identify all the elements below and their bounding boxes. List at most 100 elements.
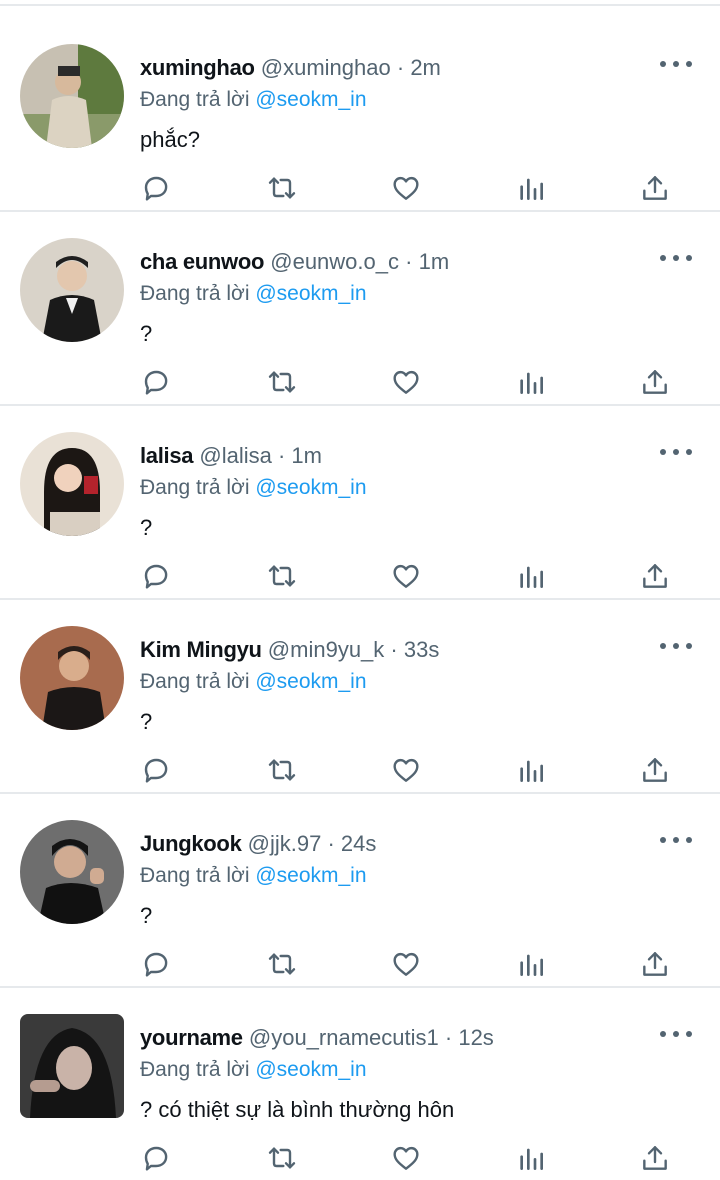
user-handle[interactable]: @xuminghao — [261, 55, 391, 80]
more-options-icon[interactable] — [660, 828, 692, 852]
tweet-reply[interactable]: yourname @you_rnamecutis1 · 12s Đang trả… — [0, 988, 720, 1180]
reply-mention-link[interactable]: @seokm_in — [255, 88, 366, 111]
display-name[interactable]: cha eunwoo — [140, 249, 264, 274]
timestamp[interactable]: 24s — [341, 831, 376, 856]
timestamp[interactable]: 12s — [458, 1025, 493, 1050]
like-icon[interactable] — [386, 168, 426, 208]
user-handle[interactable]: @eunwo.o_c — [270, 249, 399, 274]
reply-context: Đang trả lời @seokm_in — [140, 84, 367, 116]
like-icon[interactable] — [386, 556, 426, 596]
avatar[interactable] — [20, 820, 124, 924]
retweet-icon[interactable] — [262, 362, 302, 402]
reply-mention-link[interactable]: @seokm_in — [255, 670, 366, 693]
avatar[interactable] — [20, 432, 124, 536]
user-handle[interactable]: @jjk.97 — [248, 831, 322, 856]
analytics-icon[interactable] — [511, 1138, 551, 1178]
separator-dot: · — [396, 55, 405, 80]
tweet-reply[interactable]: cha eunwoo @eunwo.o_c · 1m Đang trả lời … — [0, 212, 720, 406]
reply-context: Đang trả lời @seokm_in — [140, 666, 367, 698]
tweet-actions — [0, 362, 720, 402]
separator-dot: · — [327, 831, 335, 856]
share-icon[interactable] — [635, 944, 675, 984]
reply-mention-link[interactable]: @seokm_in — [255, 864, 366, 887]
tweet-header: yourname @you_rnamecutis1 · 12s — [140, 1022, 650, 1054]
reply-mention-link[interactable]: @seokm_in — [255, 1058, 366, 1081]
like-icon[interactable] — [386, 750, 426, 790]
retweet-icon[interactable] — [262, 168, 302, 208]
tweet-actions — [0, 1138, 720, 1178]
reply-icon[interactable] — [136, 944, 176, 984]
share-icon[interactable] — [635, 1138, 675, 1178]
display-name[interactable]: Kim Mingyu — [140, 637, 262, 662]
tweet-text: ? — [140, 321, 153, 346]
top-divider — [0, 4, 720, 6]
timestamp[interactable]: 1m — [419, 249, 450, 274]
like-icon[interactable] — [386, 362, 426, 402]
reply-label: Đang trả lời — [140, 282, 250, 305]
like-icon[interactable] — [386, 944, 426, 984]
tweet-reply[interactable]: Kim Mingyu @min9yu_k · 33s Đang trả lời … — [0, 600, 720, 794]
tweet-actions — [0, 944, 720, 984]
separator-dot: · — [277, 443, 286, 468]
tweet-header: xuminghao @xuminghao · 2m — [140, 52, 650, 84]
timestamp[interactable]: 33s — [404, 637, 439, 662]
user-handle[interactable]: @lalisa — [199, 443, 271, 468]
avatar[interactable] — [20, 44, 124, 148]
avatar[interactable] — [20, 626, 124, 730]
more-options-icon[interactable] — [660, 52, 692, 76]
reply-context: Đang trả lời @seokm_in — [140, 860, 367, 892]
user-handle[interactable]: @you_rnamecutis1 — [249, 1025, 439, 1050]
more-options-icon[interactable] — [660, 440, 692, 464]
tweet-header: Kim Mingyu @min9yu_k · 33s — [140, 634, 650, 666]
reply-icon[interactable] — [136, 168, 176, 208]
tweet-text: ? — [140, 515, 153, 540]
reply-mention-link[interactable]: @seokm_in — [255, 282, 366, 305]
reply-icon[interactable] — [136, 750, 176, 790]
retweet-icon[interactable] — [262, 944, 302, 984]
more-options-icon[interactable] — [660, 246, 692, 270]
analytics-icon[interactable] — [511, 362, 551, 402]
retweet-icon[interactable] — [262, 750, 302, 790]
tweet-text: ? — [140, 709, 153, 734]
analytics-icon[interactable] — [511, 750, 551, 790]
separator-dot: · — [405, 249, 413, 274]
share-icon[interactable] — [635, 750, 675, 790]
analytics-icon[interactable] — [511, 944, 551, 984]
more-options-icon[interactable] — [660, 634, 692, 658]
analytics-icon[interactable] — [511, 168, 551, 208]
tweet-text: ? có thiệt sự là bình thường hôn — [140, 1097, 455, 1122]
avatar[interactable] — [20, 1014, 124, 1118]
reply-context: Đang trả lời @seokm_in — [140, 472, 367, 504]
display-name[interactable]: yourname — [140, 1025, 243, 1050]
avatar[interactable] — [20, 238, 124, 342]
reply-icon[interactable] — [136, 362, 176, 402]
separator-dot: · — [390, 637, 398, 662]
like-icon[interactable] — [386, 1138, 426, 1178]
tweet-reply[interactable]: xuminghao @xuminghao · 2m Đang trả lời @… — [0, 18, 720, 212]
user-handle[interactable]: @min9yu_k — [268, 637, 385, 662]
reply-label: Đang trả lời — [140, 476, 250, 499]
reply-mention-link[interactable]: @seokm_in — [255, 476, 366, 499]
tweet-header: Jungkook @jjk.97 · 24s — [140, 828, 650, 860]
timestamp[interactable]: 1m — [291, 443, 322, 468]
tweet-actions — [0, 168, 720, 208]
reply-context: Đang trả lời @seokm_in — [140, 278, 367, 310]
tweet-reply[interactable]: Jungkook @jjk.97 · 24s Đang trả lời @seo… — [0, 794, 720, 988]
reply-context: Đang trả lời @seokm_in — [140, 1054, 367, 1086]
tweet-reply[interactable]: lalisa @lalisa · 1m Đang trả lời @seokm_… — [0, 406, 720, 600]
display-name[interactable]: xuminghao — [140, 55, 255, 80]
share-icon[interactable] — [635, 556, 675, 596]
share-icon[interactable] — [635, 168, 675, 208]
timestamp[interactable]: 2m — [410, 55, 441, 80]
separator-dot: · — [444, 1025, 453, 1050]
display-name[interactable]: lalisa — [140, 443, 194, 468]
reply-icon[interactable] — [136, 1138, 176, 1178]
analytics-icon[interactable] — [511, 556, 551, 596]
more-options-icon[interactable] — [660, 1022, 692, 1046]
retweet-icon[interactable] — [262, 1138, 302, 1178]
display-name[interactable]: Jungkook — [140, 831, 242, 856]
reply-icon[interactable] — [136, 556, 176, 596]
share-icon[interactable] — [635, 362, 675, 402]
tweet-actions — [0, 556, 720, 596]
retweet-icon[interactable] — [262, 556, 302, 596]
